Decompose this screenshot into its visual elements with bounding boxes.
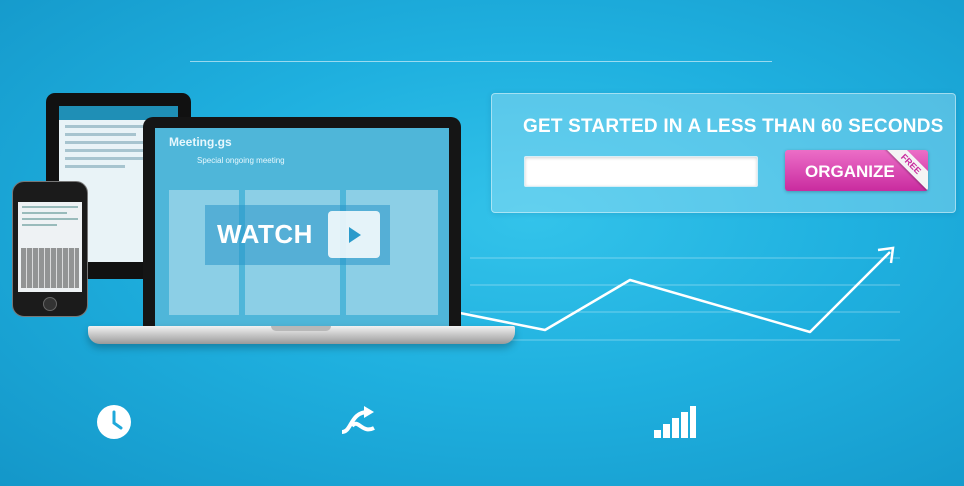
organize-button[interactable]: ORGANIZE FREE (785, 150, 928, 191)
signup-heading: GET STARTED IN A LESS THAN 60 SECONDS (523, 116, 944, 137)
phone-screen (18, 202, 82, 292)
signup-panel: GET STARTED IN A LESS THAN 60 SECONDS OR… (491, 93, 956, 213)
clock-icon (97, 405, 131, 439)
organize-label: ORGANIZE (805, 162, 895, 181)
phone-home-button (43, 297, 57, 311)
app-logo: Meeting.gs (169, 135, 232, 149)
watch-label: WATCH (217, 219, 313, 249)
phone-device (12, 181, 88, 317)
arrows-icon (341, 406, 375, 434)
laptop-base (88, 326, 515, 344)
hero-divider (190, 61, 772, 62)
email-input[interactable] (524, 156, 758, 187)
signal-bars-icon (654, 406, 696, 438)
play-button[interactable] (328, 211, 380, 258)
play-icon (349, 227, 361, 243)
watch-video-button[interactable]: WATCH (205, 205, 390, 265)
meeting-title: Special ongoing meeting (197, 156, 285, 165)
